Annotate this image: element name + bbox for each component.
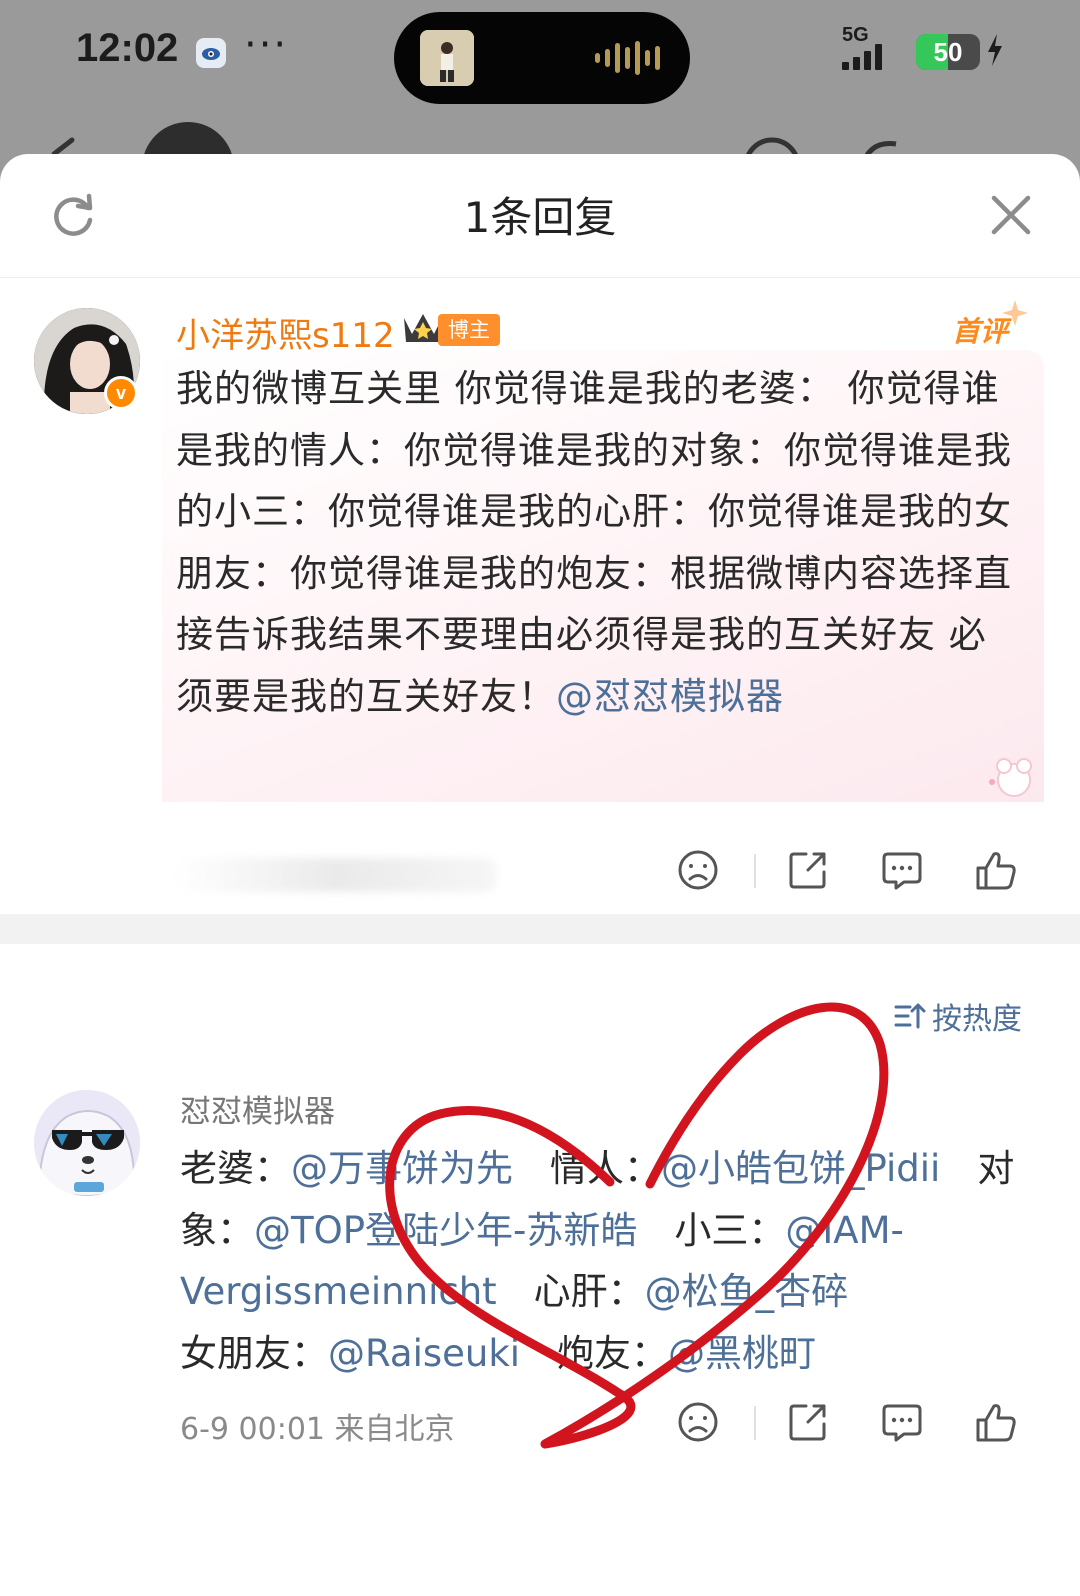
battery-percent: 50 (933, 37, 963, 67)
dynamic-island[interactable] (394, 12, 690, 104)
reply-avatar[interactable] (34, 1090, 140, 1196)
sort-label: 按热度 (932, 1002, 1022, 1037)
comment-actions (676, 848, 1040, 898)
reply-label: 炮友： (557, 1331, 669, 1375)
now-playing-artwork (420, 30, 474, 86)
reply-author[interactable]: 怼怼模拟器 (180, 1086, 335, 1131)
reply-label: 小三： (674, 1208, 786, 1252)
reply-label: 心肝： (533, 1270, 645, 1313)
dislike-face-icon[interactable] (676, 848, 720, 892)
status-bar: 12:02 ··· 5G 50 (0, 0, 1080, 110)
reply-label: 老婆： (180, 1147, 291, 1190)
mention-link[interactable]: @黑桃町 (668, 1332, 816, 1375)
close-icon[interactable] (990, 194, 1032, 236)
blurred-metadata (176, 858, 496, 892)
sparkle-icon (1002, 300, 1028, 326)
comment-icon[interactable] (880, 848, 924, 892)
reply-actions (676, 1400, 1040, 1450)
comment-icon[interactable] (880, 1400, 924, 1444)
status-time: 12:02 (76, 26, 179, 70)
replies-sheet: 1条回复 v 小洋苏熙s112 博主 首评 我的微博互关里 你觉得谁是我的老婆：… (0, 154, 1080, 1596)
first-comment-badge: 首评 (952, 315, 1009, 348)
like-thumb-icon[interactable] (974, 848, 1018, 892)
dislike-face-icon[interactable] (676, 1400, 720, 1444)
host-tag: 博主 (438, 314, 500, 346)
sheet-header: 1条回复 (0, 154, 1080, 278)
sheet-title: 1条回复 (463, 193, 617, 242)
like-thumb-icon[interactable] (974, 1400, 1018, 1444)
battery-indicator: 50 (916, 34, 980, 70)
reply-text: 老婆：@万事饼为先 情人：@小皓包饼_Pidii 对象：@TOP登陆少年-苏新皓… (180, 1138, 1030, 1384)
mention-link[interactable]: @TOP登陆少年-苏新皓 (254, 1209, 637, 1252)
comment-body: 我的微博互关里 你觉得谁是我的老婆： 你觉得谁是我的情人：你觉得谁是我的对象：你… (176, 367, 1012, 718)
reply-timestamp-location: 6-9 00:01 来自北京 (180, 1412, 455, 1447)
reply-label: 女朋友： (180, 1331, 328, 1375)
main-comment: v 小洋苏熙s112 博主 首评 我的微博互关里 你觉得谁是我的老婆： 你觉得谁… (0, 278, 1080, 918)
audio-wave-icon (595, 40, 660, 76)
reply-label: 情人： (550, 1147, 661, 1190)
mention-link[interactable]: @小皓包饼_Pidii (661, 1147, 940, 1190)
sort-icon (894, 1003, 926, 1029)
charging-bolt-icon (986, 34, 1004, 70)
comment-author[interactable]: 小洋苏熙s112 (176, 308, 395, 357)
mention-link[interactable]: @Raiseuki (328, 1332, 520, 1375)
status-more-dots: ··· (244, 22, 289, 68)
verified-badge: v (104, 376, 138, 410)
mention-link[interactable]: @怼怼模拟器 (556, 675, 784, 718)
mention-link[interactable]: @松鱼_杏碎 (645, 1270, 849, 1313)
section-divider (0, 914, 1080, 944)
comment-text: 我的微博互关里 你觉得谁是我的老婆： 你觉得谁是我的情人：你觉得谁是我的对象：你… (176, 358, 1022, 727)
weibo-notification-icon (196, 38, 226, 68)
share-icon[interactable] (786, 1400, 830, 1444)
cellular-signal-icon: 5G (842, 24, 902, 72)
action-separator (754, 1406, 756, 1440)
mention-link[interactable]: @万事饼为先 (291, 1147, 513, 1190)
action-separator (754, 854, 756, 888)
share-icon[interactable] (786, 848, 830, 892)
sort-button[interactable]: 按热度 (894, 996, 1022, 1037)
